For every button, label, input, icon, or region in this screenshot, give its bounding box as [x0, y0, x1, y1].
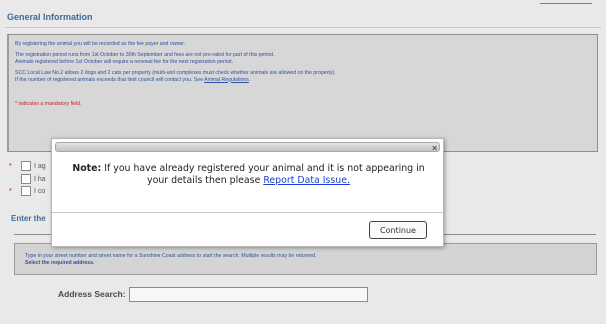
info-box: By registering the animal you will be re…: [7, 34, 598, 152]
info-animal-limit: If the number of registered animals exce…: [15, 77, 250, 84]
enter-address-title: Enter the: [11, 214, 46, 223]
agreement-label: I ag: [34, 162, 46, 170]
search-instructions: Type in your street number and street na…: [14, 243, 597, 275]
agreement-checkbox[interactable]: [21, 161, 31, 171]
address-search-input[interactable]: [129, 287, 368, 302]
animal-regulations-link[interactable]: Animal Regulations: [204, 77, 249, 83]
required-marker: *: [9, 176, 21, 183]
section-title: General Information: [7, 12, 93, 22]
search-hint-bold: Select the required address.: [25, 260, 95, 266]
top-link-underline[interactable]: [540, 3, 592, 4]
info-animal-limit-end: .: [248, 76, 251, 83]
search-hint: Type in your street number and street na…: [25, 253, 317, 259]
agreement-row: * I ha: [9, 174, 46, 184]
mandatory-note: * indicates a mandatory field.: [15, 101, 82, 107]
agreement-checkbox[interactable]: [21, 186, 31, 196]
continue-button[interactable]: Continue: [369, 221, 427, 239]
address-search-label: Address Search:: [58, 289, 126, 299]
section-divider: [5, 27, 601, 28]
note-dialog: × Note: If you have already registered y…: [51, 138, 444, 247]
report-data-issue-link[interactable]: Report Data Issue.: [263, 175, 350, 186]
info-renewal: Animals registered before 1st October wi…: [15, 58, 233, 65]
info-animal-limit-text: If the number of registered animals exce…: [15, 76, 205, 83]
agreement-row: * I co: [9, 186, 45, 196]
dialog-titlebar[interactable]: [55, 142, 440, 152]
dialog-divider: [52, 212, 443, 213]
info-fee-payer: By registering the animal you will be re…: [15, 41, 186, 47]
dialog-message: Note: If you have already registered you…: [66, 163, 431, 187]
required-marker: *: [9, 162, 12, 170]
agreement-checkbox[interactable]: [21, 174, 31, 184]
agreement-label: I co: [34, 187, 46, 195]
agreement-row: * I ag: [9, 161, 46, 171]
note-label: Note:: [72, 163, 102, 174]
required-marker: *: [9, 187, 12, 195]
close-icon[interactable]: ×: [432, 143, 437, 153]
agreement-label: I ha: [34, 175, 46, 183]
